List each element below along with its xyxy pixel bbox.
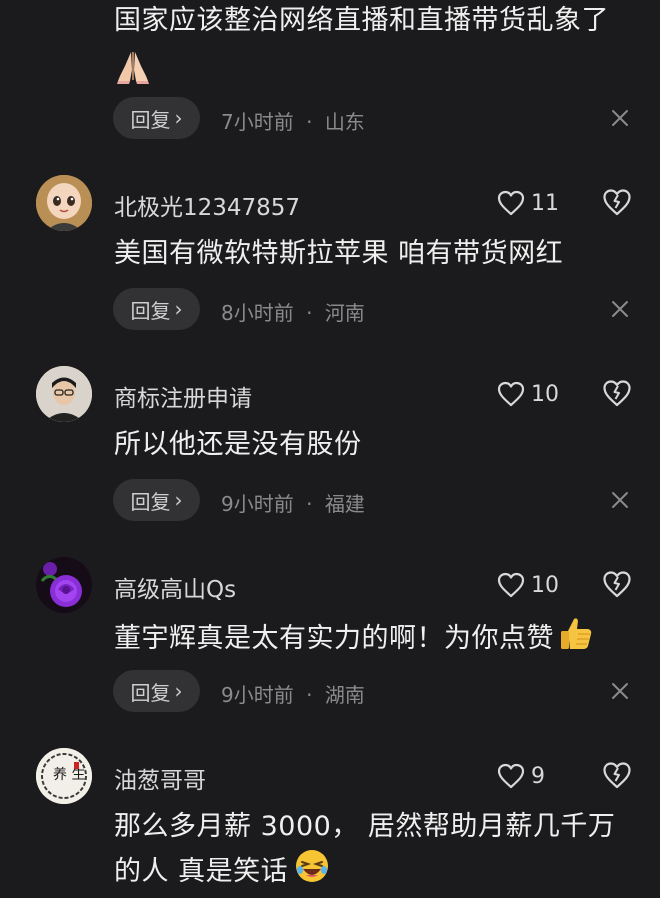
- comment-text: 美国有微软特斯拉苹果 咱有带货网红: [114, 238, 564, 269]
- comment-time: 7小时前: [221, 110, 294, 134]
- comment-meta: 9小时前 · 福建: [221, 488, 365, 517]
- like-count: 9: [531, 763, 545, 789]
- close-icon[interactable]: [610, 490, 630, 510]
- thumbs-up-emoji: [558, 615, 594, 664]
- comment-text-line: 那么多月薪 3000， 居然帮助月薪几千万: [114, 811, 616, 842]
- username[interactable]: 商标注册申请: [114, 379, 252, 413]
- meta-separator: ·: [306, 110, 313, 134]
- like-button[interactable]: 10: [497, 379, 559, 409]
- comment-location: 河南: [324, 301, 365, 325]
- chevron-right-icon: ›: [174, 488, 183, 512]
- broken-heart-icon[interactable]: [602, 570, 632, 600]
- chevron-right-icon: ›: [174, 679, 183, 703]
- like-count: 11: [531, 190, 559, 216]
- comment-location: 福建: [324, 492, 365, 516]
- comment-location: 湖南: [324, 683, 365, 707]
- username[interactable]: 油葱哥哥: [114, 761, 206, 795]
- avatar[interactable]: [36, 366, 92, 422]
- close-icon[interactable]: [610, 299, 630, 319]
- heart-icon: [497, 381, 525, 407]
- comment-location: 山东: [324, 110, 365, 134]
- meta-separator: ·: [306, 301, 313, 325]
- like-button[interactable]: 10: [497, 570, 559, 600]
- chevron-right-icon: ›: [174, 106, 183, 130]
- avatar-calligraphy: 养 生: [53, 767, 85, 783]
- heart-icon: [497, 763, 525, 789]
- reply-button[interactable]: 回复 ›: [113, 288, 200, 330]
- like-count: 10: [531, 572, 559, 598]
- close-icon[interactable]: [610, 681, 630, 701]
- reply-button[interactable]: 回复 ›: [113, 670, 200, 712]
- avatar[interactable]: 养 生: [36, 748, 92, 804]
- reply-button[interactable]: 回复 ›: [113, 479, 200, 521]
- avatar[interactable]: [36, 557, 92, 613]
- broken-heart-icon[interactable]: [602, 761, 632, 791]
- laughing-emoji: [294, 848, 330, 897]
- comment-time: 8小时前: [221, 301, 294, 325]
- avatar[interactable]: [36, 175, 92, 231]
- heart-icon: [497, 190, 525, 216]
- like-button[interactable]: 9: [497, 761, 545, 791]
- comment-text: 董宇辉真是太有实力的啊！为你点赞: [114, 615, 639, 664]
- comment-text: 国家应该整治网络直播和直播带货乱象了: [114, 5, 609, 36]
- reply-button[interactable]: 回复 ›: [113, 97, 200, 139]
- comment-meta: 7小时前 · 山东: [221, 106, 365, 135]
- close-icon[interactable]: [610, 108, 630, 128]
- heart-icon: [497, 572, 525, 598]
- comment-meta: 9小时前 · 湖南: [221, 679, 365, 708]
- pray-emoji: [114, 48, 152, 84]
- comment-text: 那么多月薪 3000， 居然帮助月薪几千万 的人 真是笑话: [114, 806, 639, 897]
- username[interactable]: 高级高山Qs: [114, 570, 236, 604]
- like-count: 10: [531, 381, 559, 407]
- username[interactable]: 北极光12347857: [114, 188, 300, 222]
- broken-heart-icon[interactable]: [602, 379, 632, 409]
- comment-time: 9小时前: [221, 492, 294, 516]
- chevron-right-icon: ›: [174, 297, 183, 321]
- comment-time: 9小时前: [221, 683, 294, 707]
- comment-text: 所以他还是没有股份: [114, 429, 362, 460]
- comment-text-line: 的人 真是笑话: [114, 848, 639, 897]
- meta-separator: ·: [306, 683, 313, 707]
- broken-heart-icon[interactable]: [602, 188, 632, 218]
- like-button[interactable]: 11: [497, 188, 559, 218]
- meta-separator: ·: [306, 492, 313, 516]
- comment-meta: 8小时前 · 河南: [221, 297, 365, 326]
